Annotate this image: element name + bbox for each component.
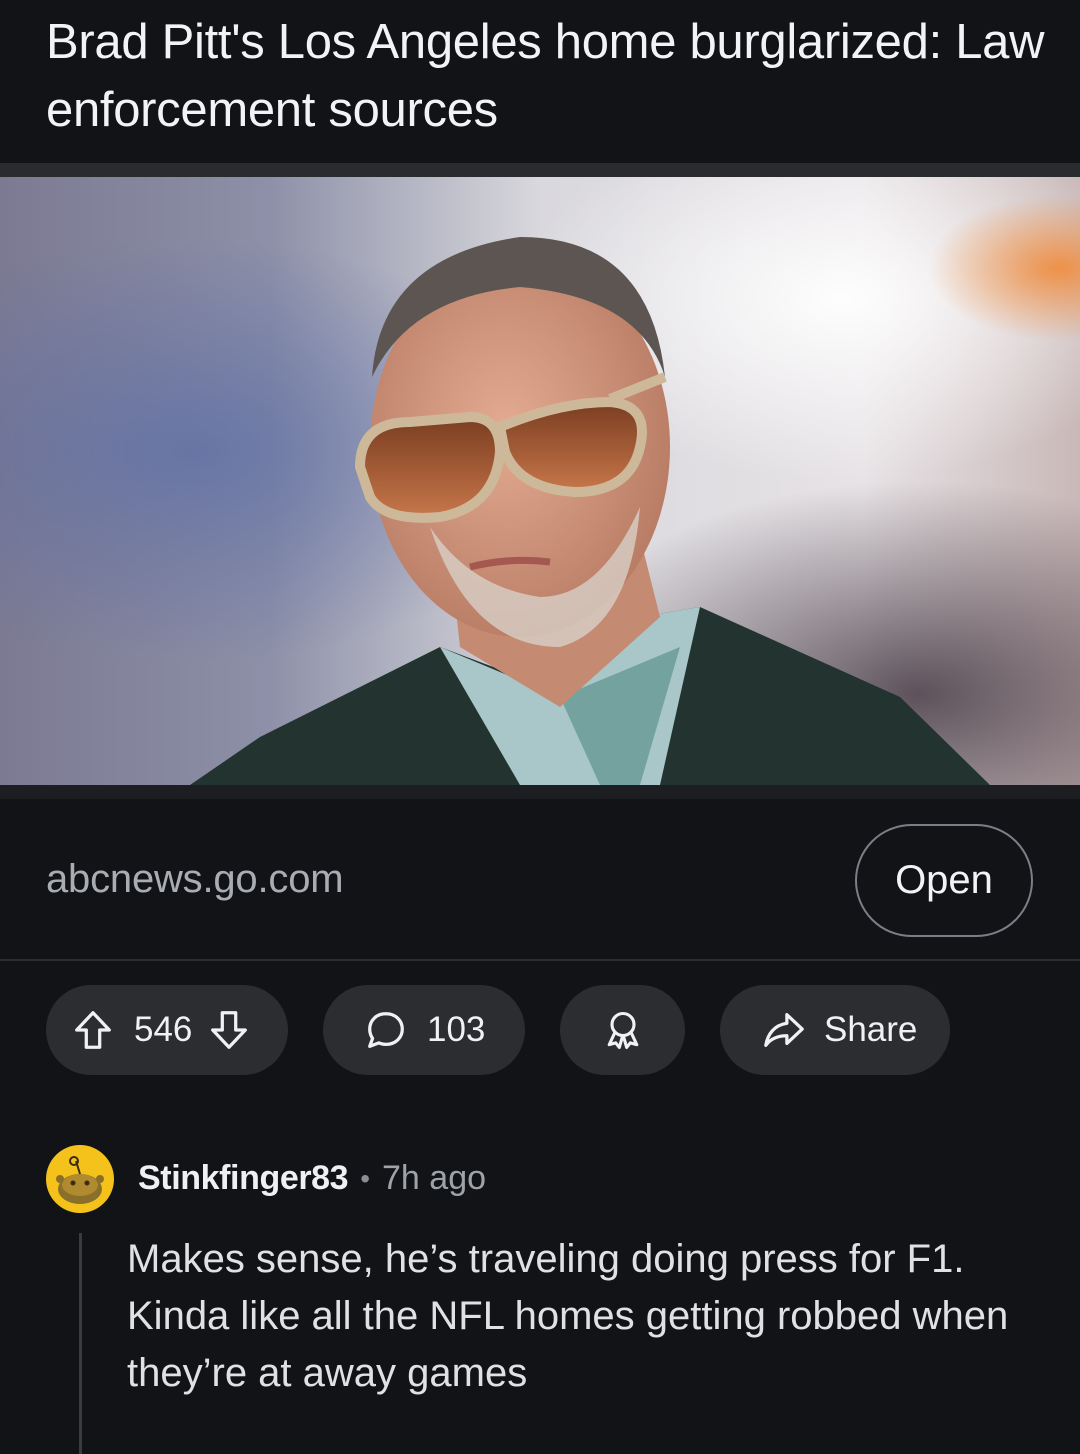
speech-bubble-icon [363, 1007, 409, 1053]
comment-timestamp: 7h ago [382, 1159, 487, 1197]
vote-control: 546 [46, 985, 288, 1075]
share-button[interactable]: Share [720, 985, 950, 1075]
award-button[interactable] [560, 985, 685, 1075]
divider [0, 959, 1080, 961]
thread-line[interactable] [79, 1233, 82, 1454]
divider [0, 163, 1080, 177]
divider [0, 785, 1080, 799]
snoo-avatar-icon[interactable] [46, 1145, 114, 1213]
share-label: Share [824, 1010, 918, 1049]
downvote-arrow-icon[interactable] [206, 1007, 252, 1053]
open-link-button[interactable]: Open [855, 824, 1033, 937]
link-domain[interactable]: abcnews.go.com [46, 857, 344, 902]
upvote-arrow-icon[interactable] [70, 1007, 116, 1053]
post-action-bar: 546 103 Share [0, 985, 1080, 1075]
comment-username[interactable]: Stinkfinger83 [138, 1159, 349, 1198]
portrait-photo [0, 177, 1080, 785]
award-ribbon-icon [601, 1008, 645, 1052]
comment: Stinkfinger83 • 7h ago Makes sense, he’s… [0, 1145, 1080, 1454]
vote-count: 546 [134, 1010, 193, 1049]
separator-dot: • [360, 1162, 371, 1194]
link-preview-image[interactable] [0, 177, 1080, 785]
share-arrow-icon [760, 1007, 808, 1053]
comments-button[interactable]: 103 [323, 985, 525, 1075]
comment-count: 103 [427, 1010, 486, 1049]
post-title[interactable]: Brad Pitt's Los Angeles home burglarized… [46, 8, 1046, 144]
link-bar: abcnews.go.com Open [0, 799, 1080, 959]
post-detail-screen: Brad Pitt's Los Angeles home burglarized… [0, 0, 1080, 1454]
comment-header: Stinkfinger83 • 7h ago [138, 1159, 486, 1198]
comment-body: Makes sense, he’s traveling doing press … [127, 1237, 1009, 1395]
